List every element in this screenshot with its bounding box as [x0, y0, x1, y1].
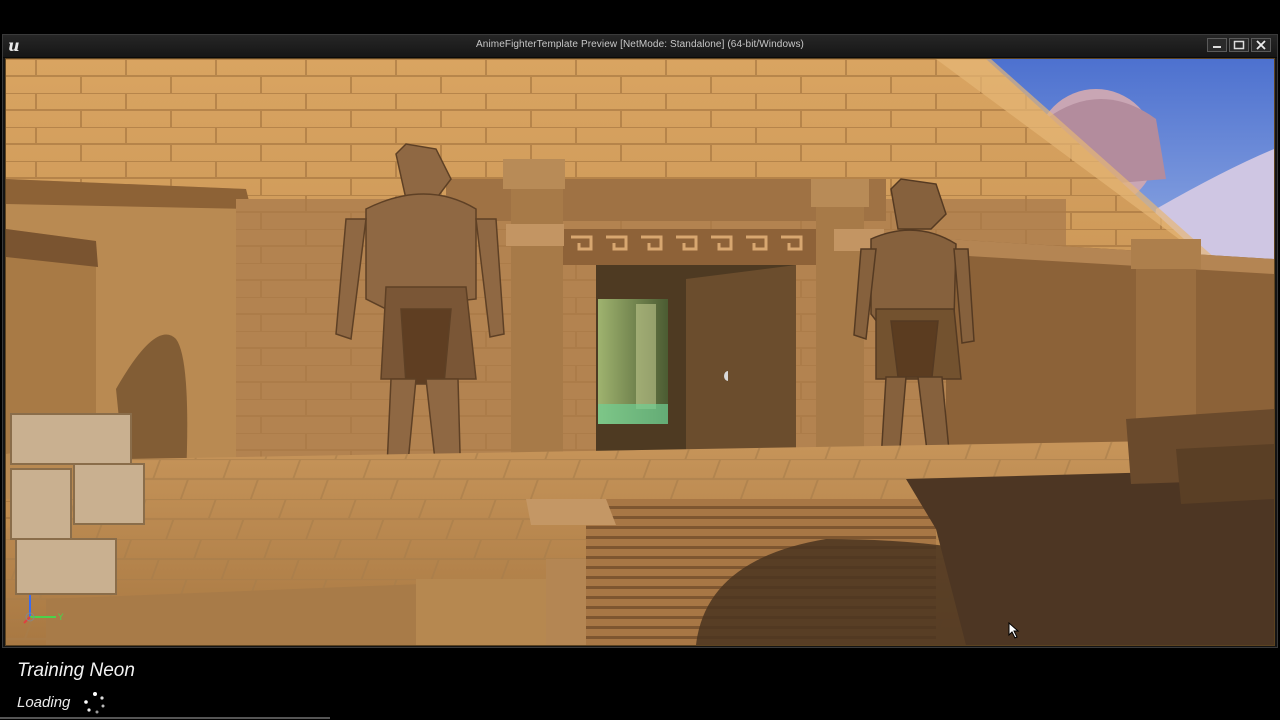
loading-progress-line [0, 717, 330, 719]
close-icon [1256, 40, 1266, 50]
window-controls [1207, 38, 1271, 52]
axis-gizmo-icon: Y [23, 595, 64, 624]
window-title: AnimeFighterTemplate Preview [NetMode: S… [476, 39, 804, 50]
window-titlebar[interactable]: u AnimeFighterTemplate Preview [NetMode:… [3, 35, 1277, 58]
game-preview-window: u AnimeFighterTemplate Preview [NetMode:… [2, 34, 1278, 648]
close-button[interactable] [1251, 38, 1271, 52]
screen-top-black-bar [0, 0, 1280, 34]
loading-spinner-icon [84, 692, 105, 714]
mouse-cursor-icon [1008, 622, 1020, 639]
loading-status-text: Loading [17, 694, 71, 711]
svg-text:Y: Y [57, 613, 64, 623]
maximize-button[interactable] [1229, 38, 1249, 52]
loading-map-title: Training Neon [17, 660, 135, 681]
game-viewport[interactable]: Y [5, 58, 1275, 646]
minimize-button[interactable] [1207, 38, 1227, 52]
maximize-icon [1233, 40, 1245, 50]
loading-screen-panel: Training Neon Loading [0, 648, 1280, 720]
minimize-icon [1213, 46, 1221, 48]
temple-scene-render [6, 59, 1274, 645]
